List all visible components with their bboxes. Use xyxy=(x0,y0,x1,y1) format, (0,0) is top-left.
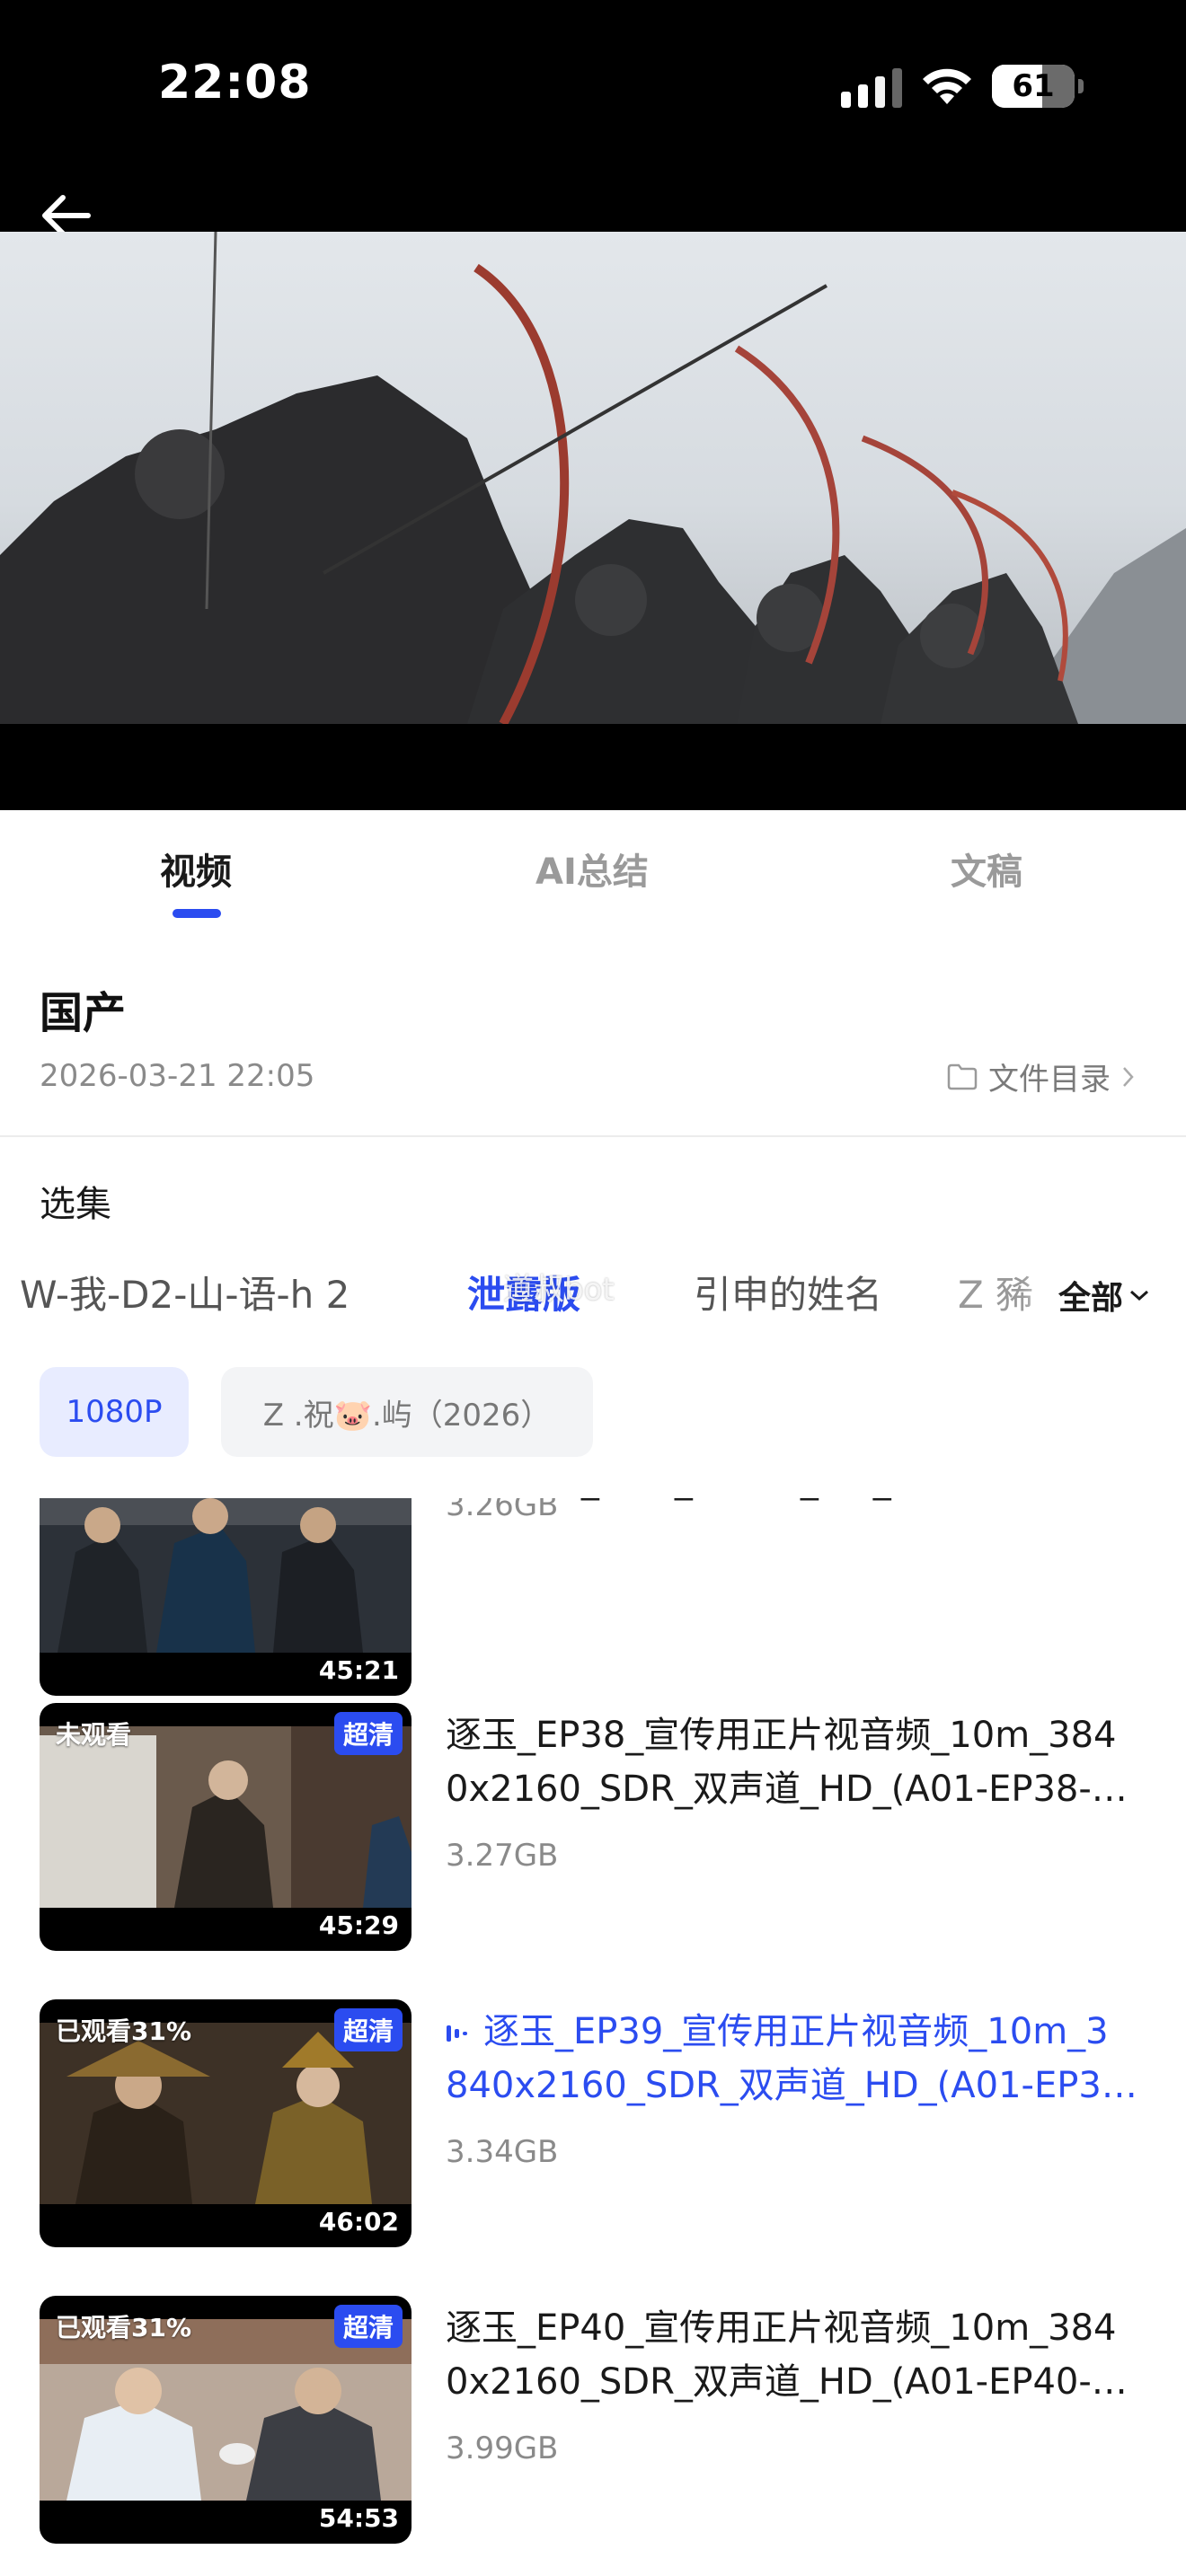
episodes-section-title: 选集 xyxy=(40,1184,111,1225)
tab-transcript[interactable]: 文稿 xyxy=(951,842,1022,895)
watch-status: 已观看31% xyxy=(56,2313,192,2342)
wifi-icon xyxy=(923,68,971,104)
file-directory-link[interactable]: 文件目录 xyxy=(947,1054,1136,1098)
hd-badge: 超清 xyxy=(333,1712,403,1755)
video-player[interactable] xyxy=(0,232,1186,724)
video-frame-image xyxy=(0,232,1186,724)
episode-duration: 45:21 xyxy=(318,1655,399,1685)
tab-video[interactable]: 视频 xyxy=(160,842,232,895)
episode-duration: 46:02 xyxy=(318,2207,399,2236)
hd-badge: 超清 xyxy=(333,2008,403,2051)
episode-duration: 45:29 xyxy=(318,1910,399,1940)
list-item[interactable]: 未观看 超清 45:29 逐玉_EP38_宣传用正片视音频_10m_384 0x… xyxy=(0,1703,1186,1951)
battery-level: 61 xyxy=(1012,68,1055,104)
hd-badge: 超清 xyxy=(333,2305,403,2348)
status-bar: 22:08 61 xyxy=(0,0,1186,232)
battery-icon: 61 xyxy=(992,65,1084,108)
all-seasons-button[interactable]: 全部 xyxy=(1022,1265,1150,1326)
all-seasons-label: 全部 xyxy=(1058,1280,1123,1317)
version-chip[interactable]: Z .祝🐷.屿（2026） xyxy=(221,1367,593,1457)
page-title: 国产 xyxy=(40,988,127,1038)
episode-thumbnail: 45:21 xyxy=(40,1498,412,1696)
episode-size: 3.27GB xyxy=(446,1838,559,1874)
episode-size: 3.99GB xyxy=(446,2430,559,2466)
watermark: 道叔bot xyxy=(503,1272,615,1308)
episode-title: 逐玉_EP38_宣传用正片视音频_10m_384 0x2160_SDR_双声道_… xyxy=(446,1715,1128,1810)
tab-ai-summary[interactable]: AI总结 xyxy=(535,842,649,895)
divider xyxy=(0,1135,1186,1137)
list-item[interactable]: 已观看31% 超清 54:53 逐玉_EP40_宣传用正片视音频_10m_384… xyxy=(0,2296,1186,2544)
file-directory-label: 文件目录 xyxy=(988,1062,1111,1098)
cellular-signal-icon xyxy=(841,68,902,108)
video-letterbox xyxy=(0,724,1186,810)
episode-size: 3.34GB xyxy=(446,2134,559,2170)
list-item[interactable]: 45:21 0x2160_SDR_双声道_HD_(A01-EP37-… 3.26… xyxy=(0,1498,1186,1696)
status-time: 22:08 xyxy=(158,56,312,110)
list-item[interactable]: 已观看31% 超清 46:02 逐玉_EP39_宣传用正片视音频_10m_3 8… xyxy=(0,1999,1186,2247)
chevron-right-icon xyxy=(1123,1066,1134,1087)
watch-status: 未观看 xyxy=(56,1720,132,1750)
thumbnail-image xyxy=(40,1498,412,1653)
tab-bar: 视频 AI总结 文稿 xyxy=(0,810,1186,927)
season-item[interactable]: 引申的姓名 xyxy=(694,1265,882,1319)
quality-chip[interactable]: 1080P xyxy=(40,1367,189,1457)
now-playing-icon xyxy=(447,2025,467,2042)
episode-thumbnail: 已观看31% 超清 54:53 xyxy=(40,2296,412,2544)
upload-date: 2026-03-21 22:05 xyxy=(40,1058,315,1094)
episode-size: 3.26GB xyxy=(446,1498,559,1523)
episode-title-playing: 逐玉_EP39_宣传用正片视音频_10m_3 840x2160_SDR_双声道_… xyxy=(446,2011,1137,2106)
season-item[interactable]: W-我-D2-山-语-h 2 xyxy=(20,1265,350,1319)
episode-thumbnail: 已观看31% 超清 46:02 xyxy=(40,1999,412,2247)
episode-title: 逐玉_EP40_宣传用正片视音频_10m_384 0x2160_SDR_双声道_… xyxy=(446,2307,1128,2403)
season-selector: W-我-D2-山-语-h 2 泄露版 道叔bot 引申的姓名 Z 豨 全部 xyxy=(0,1257,1186,1333)
folder-icon xyxy=(947,1063,978,1090)
episode-list: 45:21 0x2160_SDR_双声道_HD_(A01-EP37-… 3.26… xyxy=(0,1498,1186,2576)
episode-duration: 54:53 xyxy=(318,2503,399,2533)
tab-indicator xyxy=(173,909,221,918)
watch-status: 已观看31% xyxy=(56,2016,192,2046)
chevron-down-icon xyxy=(1130,1290,1148,1301)
episode-thumbnail: 未观看 超清 45:29 xyxy=(40,1703,412,1951)
